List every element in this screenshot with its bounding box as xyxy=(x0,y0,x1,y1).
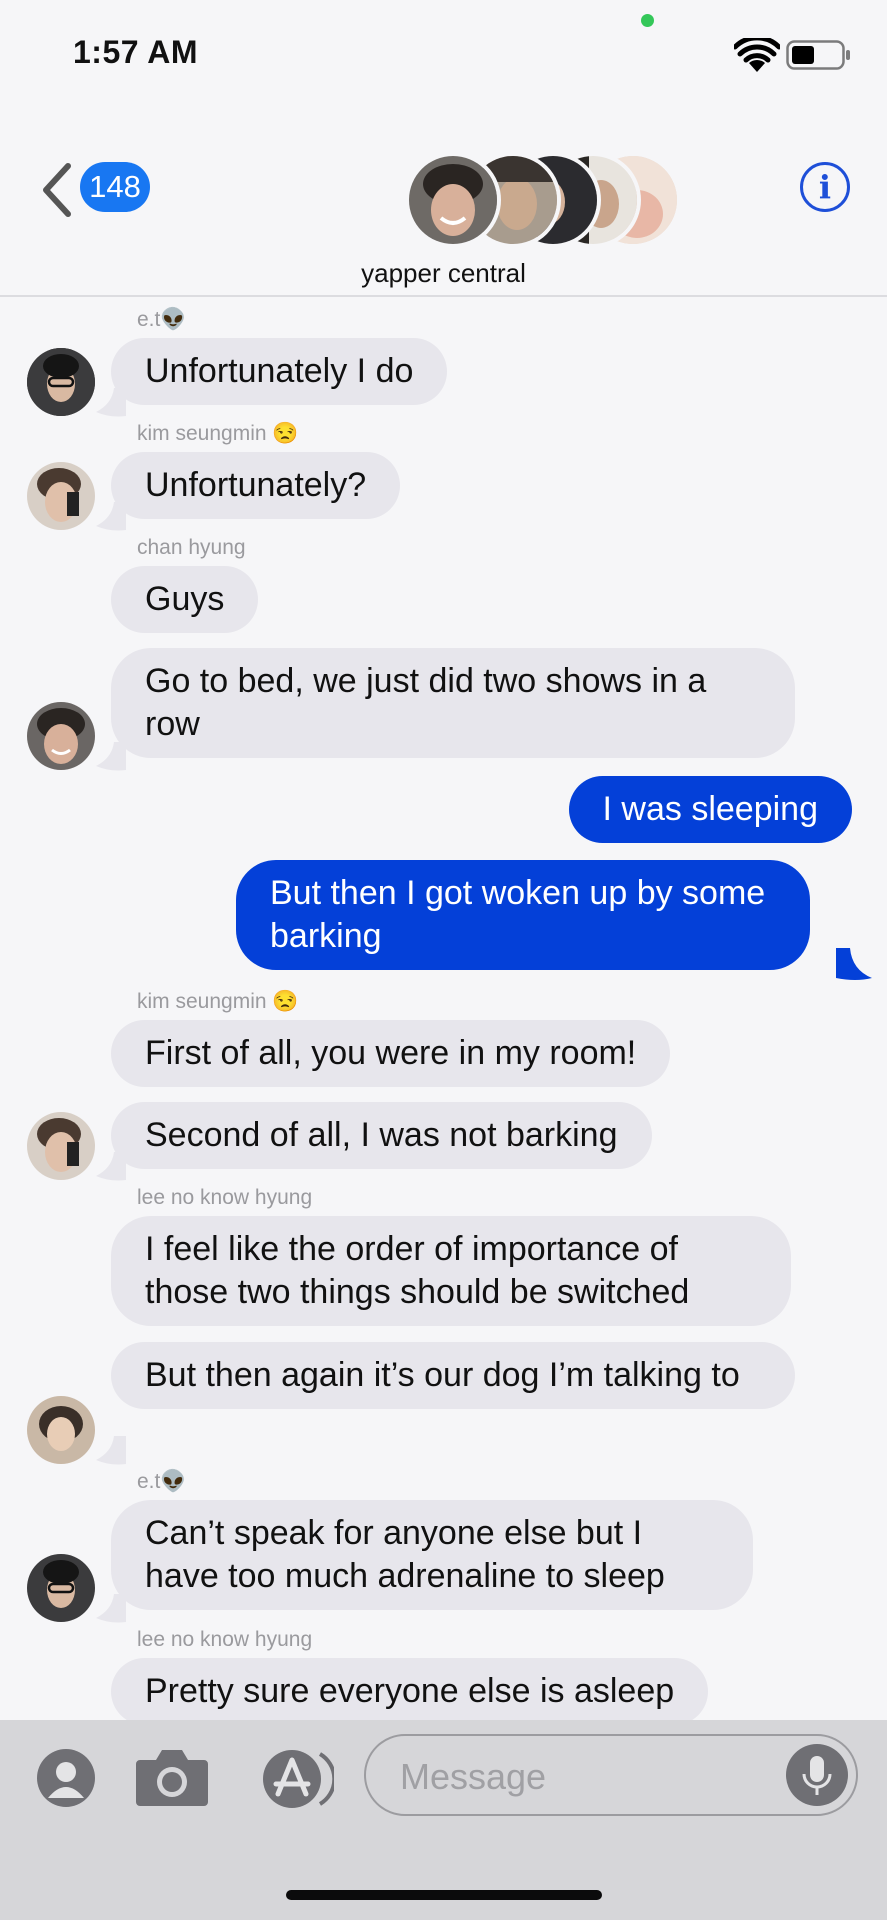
outgoing-message-bubble[interactable]: But then I got woken up by some barking xyxy=(236,860,810,970)
incoming-message-bubble[interactable]: Unfortunately? xyxy=(111,452,401,519)
battery-icon xyxy=(786,40,850,70)
bubble-tail xyxy=(96,388,126,417)
incoming-message-bubble[interactable]: Can’t speak for anyone else but I have t… xyxy=(111,1500,753,1610)
message-input[interactable]: Message xyxy=(364,1734,858,1816)
incoming-message-bubble[interactable]: Guys xyxy=(111,566,259,633)
incoming-message-bubble[interactable]: First of all, you were in my room! xyxy=(111,1020,671,1087)
back-chevron-icon[interactable] xyxy=(38,160,78,220)
sender-name: e.t👽 xyxy=(137,308,187,331)
incoming-message-bubble[interactable]: Second of all, I was not barking xyxy=(111,1102,652,1169)
sender-name: lee no know hyung xyxy=(137,1628,313,1651)
sender-name: e.t👽 xyxy=(137,1470,187,1493)
home-indicator[interactable] xyxy=(286,1890,602,1900)
camera-indicator-dot xyxy=(641,14,654,27)
conversation-header: 148 yapper central i xyxy=(0,120,887,297)
message-thread[interactable]: e.t👽 Unfortunately I do kim seungmin 😒 U… xyxy=(0,300,887,1720)
sender-name: kim seungmin 😒 xyxy=(137,990,299,1013)
group-name[interactable]: yapper central xyxy=(0,258,887,289)
status-time: 1:57 AM xyxy=(73,34,199,70)
bubble-tail xyxy=(96,1152,126,1181)
bubble-tail xyxy=(96,1594,126,1623)
camera-icon[interactable] xyxy=(134,1746,210,1808)
app-store-icon[interactable] xyxy=(254,1748,334,1810)
incoming-message-bubble[interactable]: Unfortunately I do xyxy=(111,338,448,405)
info-button[interactable]: i xyxy=(800,162,850,212)
sender-name: chan hyung xyxy=(137,536,246,559)
incoming-message-bubble[interactable]: Go to bed, we just did two shows in a ro… xyxy=(111,648,795,758)
sender-name: kim seungmin 😒 xyxy=(137,422,299,445)
incoming-message-bubble[interactable]: But then again it’s our dog I’m talking … xyxy=(111,1342,795,1409)
avatar xyxy=(27,462,95,530)
avatar xyxy=(27,1554,95,1622)
back-unread-count-badge[interactable]: 148 xyxy=(80,162,150,212)
bubble-tail xyxy=(96,1436,126,1465)
avatar xyxy=(27,348,95,416)
avatar xyxy=(27,702,95,770)
group-member-avatar xyxy=(405,152,501,248)
avatar xyxy=(27,1112,95,1180)
dictation-button[interactable] xyxy=(786,1744,848,1806)
incoming-message-bubble[interactable]: Pretty sure everyone else is asleep xyxy=(111,1658,709,1720)
bubble-tail xyxy=(96,742,126,771)
message-placeholder: Message xyxy=(400,1756,547,1797)
status-bar: 1:57 AM xyxy=(0,0,887,120)
bubble-tail xyxy=(96,502,126,531)
incoming-message-bubble[interactable]: I feel like the order of importance of t… xyxy=(111,1216,791,1326)
outgoing-message-bubble[interactable]: I was sleeping xyxy=(568,776,852,843)
bubble-tail xyxy=(836,948,872,980)
memoji-icon[interactable] xyxy=(36,1748,96,1808)
avatar xyxy=(27,1396,95,1464)
wifi-icon xyxy=(734,38,780,72)
group-avatar-stack[interactable] xyxy=(405,152,695,252)
microphone-icon xyxy=(802,1756,832,1795)
sender-name: lee no know hyung xyxy=(137,1186,313,1209)
